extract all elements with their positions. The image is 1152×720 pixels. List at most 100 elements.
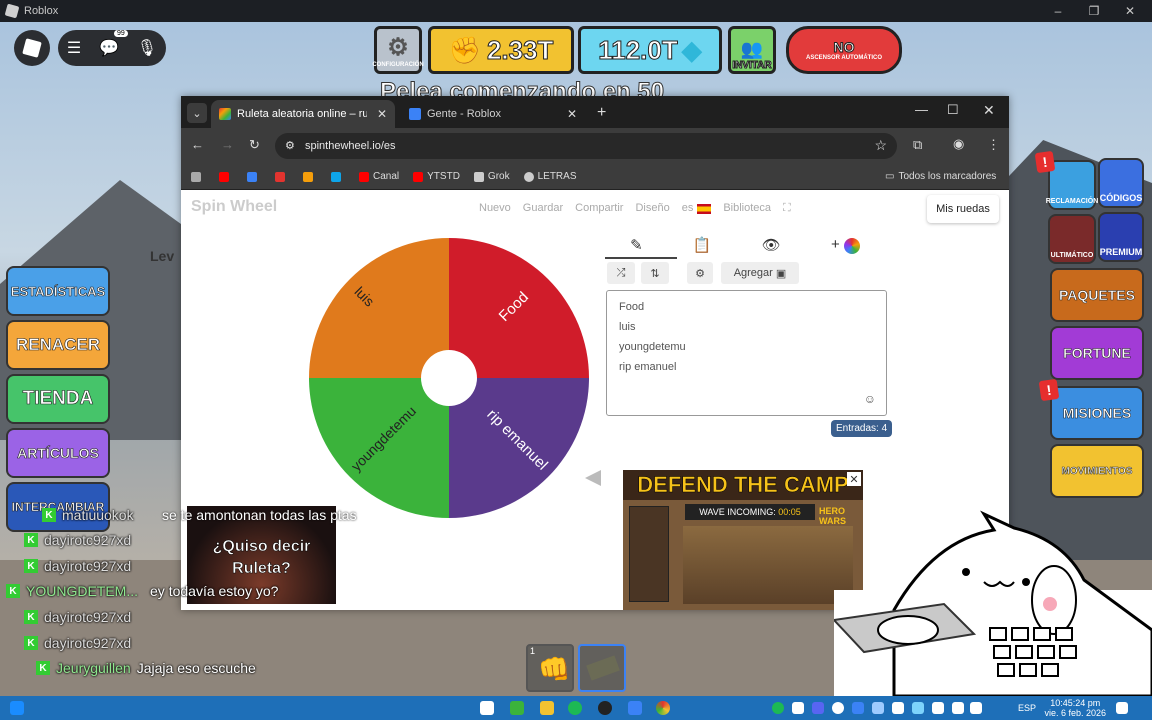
tab-search-button[interactable]: ⌄ — [187, 103, 207, 123]
bookmark[interactable] — [275, 171, 289, 182]
spotify-icon[interactable] — [568, 701, 582, 715]
hotbar-slot[interactable]: 1 👊 — [526, 644, 574, 692]
all-bookmarks[interactable]: ▭ Todos los marcadores — [885, 171, 996, 182]
premium-button[interactable]: PREMIUM — [1098, 212, 1144, 262]
tray-icon[interactable] — [932, 702, 944, 714]
nav-design[interactable]: Diseño — [635, 202, 669, 215]
eye-hidden-icon[interactable]: 👁 — [762, 236, 781, 254]
roblox-taskbar-icon[interactable] — [628, 701, 642, 715]
nav-language[interactable]: es — [682, 202, 694, 215]
missions-button[interactable]: MISIONES — [1050, 386, 1144, 440]
close-icon[interactable]: ✕ — [567, 107, 577, 121]
bookmark[interactable]: YTSTD — [413, 171, 460, 182]
tray-icon[interactable] — [852, 702, 864, 714]
close-icon[interactable]: ✕ — [847, 472, 861, 486]
hamburger-icon[interactable]: ☰ — [67, 38, 81, 58]
bookmark[interactable]: LETRAS — [523, 171, 577, 182]
tray-icon[interactable] — [792, 702, 804, 714]
taskbar-app-icon[interactable] — [510, 701, 524, 715]
my-wheels-button[interactable]: Mis ruedas — [927, 195, 999, 223]
chat-icon[interactable]: 💬 — [99, 38, 119, 58]
sort-button[interactable]: ⇅ — [641, 262, 669, 284]
bookmark[interactable] — [331, 171, 345, 182]
bookmark[interactable]: Canal — [359, 171, 399, 182]
tray-icon[interactable] — [772, 702, 784, 714]
spin-wheel[interactable]: Food rip emanuel youngdetemu luis — [309, 238, 589, 518]
nav-share[interactable]: Compartir — [575, 202, 623, 215]
advertisement[interactable]: DEFEND THE CAMP WAVE INCOMING: 00:05 HER… — [623, 470, 863, 610]
notification-icon[interactable] — [1116, 702, 1128, 714]
address-bar[interactable]: ⚙ spinthewheel.io/es ☆ — [275, 133, 897, 159]
extensions-icon[interactable]: ⧉ — [913, 137, 922, 153]
maximize-button[interactable]: ❐ — [1076, 0, 1112, 22]
language-indicator[interactable]: ESP — [1018, 703, 1036, 713]
star-icon[interactable]: ☆ — [874, 137, 887, 154]
folder-icon[interactable] — [540, 701, 554, 715]
bookmark[interactable] — [219, 171, 233, 182]
chrome-icon[interactable] — [656, 701, 670, 715]
window-minimize[interactable]: — — [915, 102, 928, 117]
windows-start-icon[interactable] — [10, 701, 24, 715]
items-button[interactable]: ARTÍCULOS — [6, 428, 110, 478]
emoji-icon[interactable]: ☺ — [864, 389, 876, 409]
shop-button[interactable]: TIENDA — [6, 374, 110, 424]
close-button[interactable]: ✕ — [1112, 0, 1148, 22]
auto-elevator-toggle[interactable]: NO ASCENSOR AUTOMÁTICO — [786, 26, 902, 74]
fullscreen-icon[interactable]: ⛶ — [783, 202, 791, 215]
ultimatic-button[interactable]: ULTIMÁTICO — [1048, 214, 1096, 264]
settings-button[interactable]: ⚙ CONFIGURACIÓN — [372, 26, 424, 74]
nav-new[interactable]: Nuevo — [479, 202, 511, 215]
new-tab-button[interactable]: + — [597, 104, 606, 122]
tab-roblox[interactable]: Gente - Roblox ✕ — [401, 100, 585, 128]
tray-icon[interactable] — [912, 702, 924, 714]
mic-icon[interactable]: 🎙 — [137, 38, 157, 58]
reload-icon[interactable]: ↻ — [249, 137, 260, 153]
bookmark[interactable] — [247, 171, 261, 182]
chat-line: Kdayirotc927xd — [24, 555, 137, 577]
stats-button[interactable]: ESTADÍSTICAS — [6, 266, 110, 316]
forward-icon[interactable]: → — [221, 137, 234, 152]
clipboard-icon[interactable]: 📋 — [693, 236, 712, 254]
invite-button[interactable]: 👥 INVITAR — [728, 26, 776, 74]
fortune-button[interactable]: FORTUNE — [1050, 326, 1144, 380]
codes-button[interactable]: CÓDIGOS — [1098, 158, 1144, 208]
rebirth-button[interactable]: RENACER — [6, 320, 110, 370]
hotbar-slot[interactable] — [578, 644, 626, 692]
bookmark[interactable]: Grok — [473, 171, 510, 182]
add-image-button[interactable]: Agregar ▣ — [721, 262, 799, 284]
profile-avatar[interactable]: ◉ — [953, 136, 964, 152]
bluetooth-icon[interactable] — [872, 702, 884, 714]
close-icon[interactable]: ✕ — [377, 107, 387, 121]
bookmark[interactable] — [191, 171, 205, 182]
notification-badge: 99 — [114, 30, 128, 37]
discord-icon[interactable] — [812, 702, 824, 714]
back-icon[interactable]: ← — [191, 137, 204, 152]
tray-icon[interactable] — [892, 702, 904, 714]
tab-wheel[interactable]: Ruleta aleatoria online – ruleta ✕ — [211, 100, 395, 128]
settings-button[interactable]: ⚙ — [687, 262, 713, 284]
minimize-button[interactable]: – — [1040, 0, 1076, 22]
entries-textarea[interactable]: Food luis youngdetemu rip emanuel ☺ — [606, 290, 887, 416]
volume-icon[interactable] — [970, 702, 982, 714]
wheel-pointer-icon — [585, 470, 601, 486]
roblox-menu-button[interactable] — [14, 30, 50, 66]
shuffle-button[interactable]: ⤮ — [607, 262, 635, 284]
bookmark[interactable] — [303, 171, 317, 182]
nav-library[interactable]: Biblioteca — [723, 202, 771, 215]
claim-button[interactable]: RECLAMACIÓN — [1046, 160, 1098, 210]
taskbar-app-icon[interactable] — [598, 701, 612, 715]
moves-button[interactable]: MOVIMIENTOS — [1050, 444, 1144, 498]
nav-save[interactable]: Guardar — [523, 202, 563, 215]
clock[interactable]: 10:45:24 pm vie. 6 feb. 2026 — [1044, 698, 1106, 718]
edit-pencil-icon[interactable]: ✎ — [630, 236, 643, 254]
packages-button[interactable]: PAQUETES — [1050, 268, 1144, 322]
add-color-icon[interactable]: + — [831, 236, 860, 254]
site-logo[interactable]: Spin Wheel — [191, 198, 277, 216]
menu-icon[interactable]: ⋮ — [987, 137, 1000, 153]
network-icon[interactable] — [952, 702, 964, 714]
window-maximize[interactable]: ☐ — [947, 102, 959, 118]
site-info-icon[interactable]: ⚙ — [285, 139, 295, 152]
window-close[interactable]: ✕ — [983, 102, 995, 119]
tray-icon[interactable] — [832, 702, 844, 714]
taskbar-app-icon[interactable] — [480, 701, 494, 715]
